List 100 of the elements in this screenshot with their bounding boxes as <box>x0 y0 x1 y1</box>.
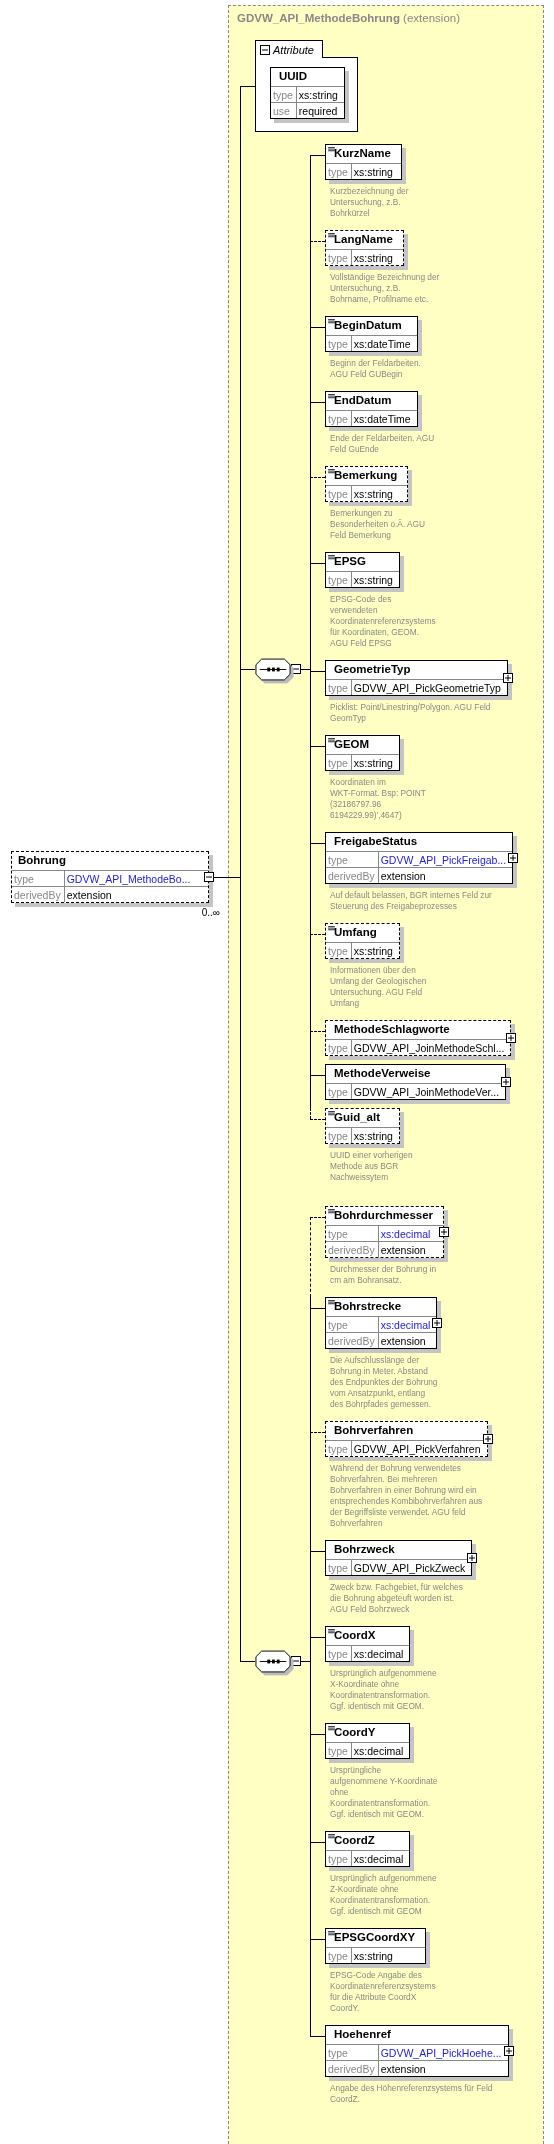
collapse-icon[interactable] <box>260 44 270 55</box>
panel-title: GDVW_API_MethodeBohrung (extension) <box>236 11 461 26</box>
field-label: type <box>326 2044 379 2060</box>
field-value: xs:string <box>351 571 399 587</box>
field-label: type <box>326 942 352 958</box>
field-label: type <box>326 1316 379 1332</box>
element-description: Picklist: Point/Linestring/Polygon. AGU Feld GeomTyp <box>330 702 492 724</box>
collapse-icon[interactable] <box>291 664 301 674</box>
expand-icon[interactable] <box>439 1227 450 1237</box>
element-description: Durchmesser der Bohrung in cm am Bohransatz. <box>330 1264 438 1286</box>
element-name: Bohrung <box>17 853 67 868</box>
expand-icon[interactable] <box>503 2046 514 2056</box>
element-name: EPSGCoordXY <box>333 1930 417 1945</box>
element-name: Umfang <box>333 925 378 940</box>
expand-icon[interactable] <box>482 1434 493 1444</box>
element-description: Ende der Feldarbeiten. AGU Feld GuEnde <box>330 433 436 455</box>
element-name: CoordZ <box>333 1833 376 1848</box>
occurrence-label: 0..∞ <box>201 907 220 918</box>
element-description: Koordinaten im WKT-Format. Bsp: POINT (32186797.96 6194229.99)',4647) <box>330 777 427 821</box>
field-value: xs:string <box>296 86 344 102</box>
expand-icon[interactable] <box>506 1033 517 1043</box>
field-value: xs:string <box>351 754 399 770</box>
field-label: type <box>326 163 352 179</box>
element-name: FreigabeStatus <box>333 834 419 849</box>
field-value: xs:string <box>351 1947 426 1963</box>
element-name: LangName <box>333 232 394 247</box>
field-label: derivedBy <box>326 867 379 883</box>
collapse-icon[interactable] <box>291 1656 301 1666</box>
field-label: type <box>326 851 379 867</box>
element-description: UUID einer vorherigen Methode aus BGR Nachweissytem <box>330 1150 414 1183</box>
field-label: type <box>326 1440 352 1456</box>
element-description: Beginn der Feldarbeiten. AGU Feld GUBegin <box>330 358 422 380</box>
field-value: xs:decimal <box>351 1742 410 1758</box>
element-description: Kurzbezeichnung der Untersuchung, z.B. Bohrkürzel <box>330 186 410 219</box>
field-value: extension <box>378 867 513 883</box>
field-label: type <box>326 1850 352 1866</box>
sequence-icon[interactable] <box>255 1649 291 1673</box>
expand-icon[interactable] <box>467 1553 478 1563</box>
field-value: xs:string <box>351 485 408 501</box>
expand-icon[interactable] <box>508 853 519 863</box>
element-description: Während der Bohrung verwendetes Bohrverfahren. Bei mehreren Bohrverfahren in einer Bohrung wird ein entsprechendes Kombibohrverfahren aus der Begriffsliste verwendet. AGU feld Bohrverfahren <box>330 1463 484 1529</box>
field-value: xs:string <box>351 942 399 958</box>
element-description: Die Aufschlusslänge der Bohrung in Meter. Abstand des Endpunktes der Bohrung vom Ansatzpunkt, entlang des Bohrpfades gemessen. <box>330 1355 439 1410</box>
field-label: use <box>271 102 297 118</box>
field-label: type <box>326 485 352 501</box>
attribute-label: Attribute <box>273 43 314 56</box>
field-value: extension <box>378 1332 437 1348</box>
field-label: type <box>326 571 352 587</box>
element-name: MethodeVerweise <box>333 1066 432 1081</box>
field-value: xs:string <box>351 163 401 179</box>
field-label: type <box>326 679 352 695</box>
element-name: GEOM <box>333 737 371 752</box>
element-description: Auf default belassen, BGR internes Feld zur Steuerung des Freigabeprozesses <box>330 890 493 912</box>
element-name: Hoehenref <box>333 2027 392 2042</box>
field-value: xs:decimal <box>351 1645 410 1661</box>
element-name: Bohrdurchmesser <box>333 1208 435 1223</box>
element-name: MethodeSchlagworte <box>333 1022 451 1037</box>
field-label: type <box>326 1225 379 1241</box>
element-name: CoordX <box>333 1628 377 1643</box>
field-label: type <box>326 1947 352 1963</box>
field-label: type <box>326 335 352 351</box>
field-label: type <box>271 86 297 102</box>
field-label: type <box>326 1039 352 1055</box>
field-label: type <box>326 1127 352 1143</box>
element-description: Bemerkungen zu Besonderheiten o.Ä. AGU Feld Bemerkung <box>330 508 426 541</box>
field-value: extension <box>378 1241 444 1257</box>
expand-icon[interactable] <box>432 1318 443 1328</box>
field-label: derivedBy <box>326 2060 379 2076</box>
element-name: Bohrverfahren <box>333 1423 415 1438</box>
field-value: xs:decimal <box>351 1850 410 1866</box>
element-description: Ursprünglich aufgenommene X-Koordinate ohne Koordinatentransformation. Ggf. identisch mit GEOM. <box>330 1668 438 1712</box>
attribute-tab[interactable]: Attribute <box>255 40 323 58</box>
element-name: Bemerkung <box>333 468 399 483</box>
sequence-icon[interactable] <box>255 657 291 681</box>
element-name: EPSG <box>333 554 367 569</box>
element-name: CoordY <box>333 1725 377 1740</box>
field-label: type <box>12 870 65 886</box>
collapse-icon[interactable] <box>204 872 214 882</box>
field-label: type <box>326 754 352 770</box>
attribute-name: UUID <box>278 69 309 84</box>
field-value: xs:dateTime <box>351 335 417 351</box>
element-description: EPSG-Code des verwendeten Koordinatenreferenzsystems für Koordinaten, GEOM. AGU Feld EPSG <box>330 594 437 649</box>
field-value: required <box>296 102 344 118</box>
field-value: xs:string <box>351 249 403 265</box>
element-description: Ursprünglich aufgenommene Z-Koordinate ohne Koordinatentransformation. Ggf. identisch mit GEOM <box>330 1873 438 1917</box>
expand-icon[interactable] <box>501 1077 512 1087</box>
field-label: derivedBy <box>12 886 65 902</box>
field-label: type <box>326 1559 352 1575</box>
element-name: BeginDatum <box>333 318 403 333</box>
field-value: extension <box>378 2060 508 2076</box>
expand-icon[interactable] <box>502 673 513 683</box>
field-label: derivedBy <box>326 1241 379 1257</box>
element-description: Vollständige Bezeichnung der Untersuchung, z.B. Bohrname, Profilname etc. <box>330 272 441 305</box>
field-value: xs:string <box>351 1127 399 1143</box>
field-label: type <box>326 1742 352 1758</box>
element-name: Bohrzweck <box>333 1542 396 1557</box>
element-description: Zweck bzw. Fachgebiet, für welches die Bohrung abgeteuft worden ist. AGU Feld Bohrzweck <box>330 1582 464 1615</box>
field-label: type <box>326 1645 352 1661</box>
field-label: type <box>326 410 352 426</box>
field-value: extension <box>64 886 208 902</box>
